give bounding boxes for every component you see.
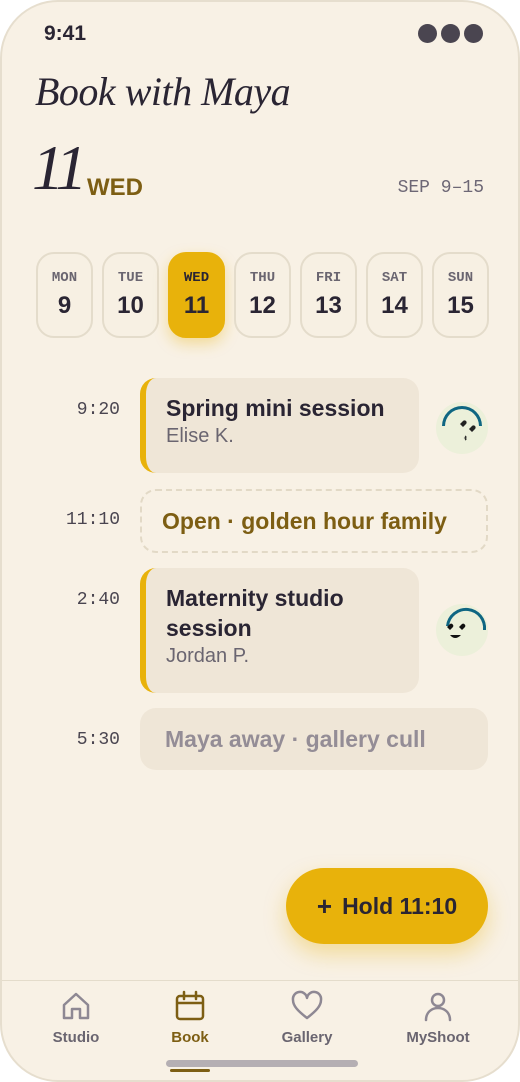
page-title: Book with Maya xyxy=(35,69,291,114)
day-chip-name: TUE xyxy=(117,270,144,286)
tab-label: Book xyxy=(171,1029,209,1046)
away-slot: Maya away · gallery cull xyxy=(140,708,488,770)
day-chip-name: MON xyxy=(51,270,78,286)
day-chip-date: 14 xyxy=(381,292,408,319)
booking-title: Spring mini session xyxy=(166,395,385,421)
week-range: SEP 9–15 xyxy=(397,178,484,198)
calendar-icon xyxy=(175,990,205,1021)
day-chip-name: SUN xyxy=(447,270,474,286)
booking-card[interactable]: Spring mini session Elise K. xyxy=(140,378,419,473)
day-chip-tue[interactable]: TUE 10 xyxy=(102,252,159,338)
tab-myshoot[interactable]: MyShoot xyxy=(388,989,488,1046)
person-icon xyxy=(424,992,452,1022)
booking-card[interactable]: Maternity studio session Jordan P. xyxy=(140,568,419,693)
slot-time: 5:30 xyxy=(76,730,120,750)
booking-client: Jordan P. xyxy=(166,645,250,667)
home-indicator[interactable] xyxy=(166,1060,358,1067)
selected-day-number: 11 xyxy=(32,132,87,203)
slot-time: 2:40 xyxy=(76,590,120,610)
day-chip-mon[interactable]: MON 9 xyxy=(36,252,93,338)
plus-icon: + xyxy=(316,890,333,921)
day-chip-date: 13 xyxy=(315,292,342,319)
tab-label: Gallery xyxy=(281,1029,333,1046)
tab-label: Studio xyxy=(52,1029,100,1046)
tab-label: MyShoot xyxy=(406,1029,470,1046)
slot-time: 9:20 xyxy=(76,400,120,420)
day-chip-wed[interactable]: WED 11 xyxy=(168,252,225,338)
day-chip-sat[interactable]: SAT 14 xyxy=(366,252,423,338)
day-chip-name: FRI xyxy=(315,270,342,286)
day-chip-date: 12 xyxy=(249,292,276,319)
booking-client: Elise K. xyxy=(166,425,234,447)
day-chip-sun[interactable]: SUN 15 xyxy=(432,252,489,338)
day-chip-date: 10 xyxy=(117,292,144,319)
tab-book[interactable]: Book xyxy=(140,989,240,1046)
selected-day-name: WED xyxy=(87,174,143,201)
slot-time: 11:10 xyxy=(65,510,120,530)
heart-eyes-face-icon xyxy=(436,604,488,656)
hold-slot-button[interactable]: + Hold 11:10 xyxy=(286,868,488,944)
day-chip-name: SAT xyxy=(381,270,408,286)
day-chip-name: THU xyxy=(249,270,276,286)
status-indicator-icon xyxy=(418,24,483,43)
day-chip-date: 11 xyxy=(183,292,210,319)
booking-title: Maternity studio session xyxy=(166,585,344,641)
day-chip-name: WED xyxy=(183,270,210,286)
hold-slot-label: Hold 11:10 xyxy=(342,892,458,919)
week-day-picker: MON 9 TUE 10 WED 11 THU 12 FRI 13 SAT 14 SUN 15 xyxy=(36,252,489,338)
day-chip-date: 15 xyxy=(447,292,474,319)
active-tab-indicator xyxy=(170,1069,210,1072)
phone-screen: 9:41 Book with Maya 11 WED SEP 9–15 MON 9… xyxy=(0,0,520,1082)
day-chip-date: 9 xyxy=(57,292,72,319)
heart-kiss-face-icon xyxy=(436,402,488,454)
day-chip-thu[interactable]: THU 12 xyxy=(234,252,291,338)
status-time: 9:41 xyxy=(44,22,87,45)
open-slot[interactable]: Open · golden hour family xyxy=(140,489,488,553)
home-icon xyxy=(62,992,90,1020)
day-chip-fri[interactable]: FRI 13 xyxy=(300,252,357,338)
heart-icon xyxy=(291,990,323,1020)
tab-gallery[interactable]: Gallery xyxy=(257,989,357,1046)
tab-studio[interactable]: Studio xyxy=(26,989,126,1046)
